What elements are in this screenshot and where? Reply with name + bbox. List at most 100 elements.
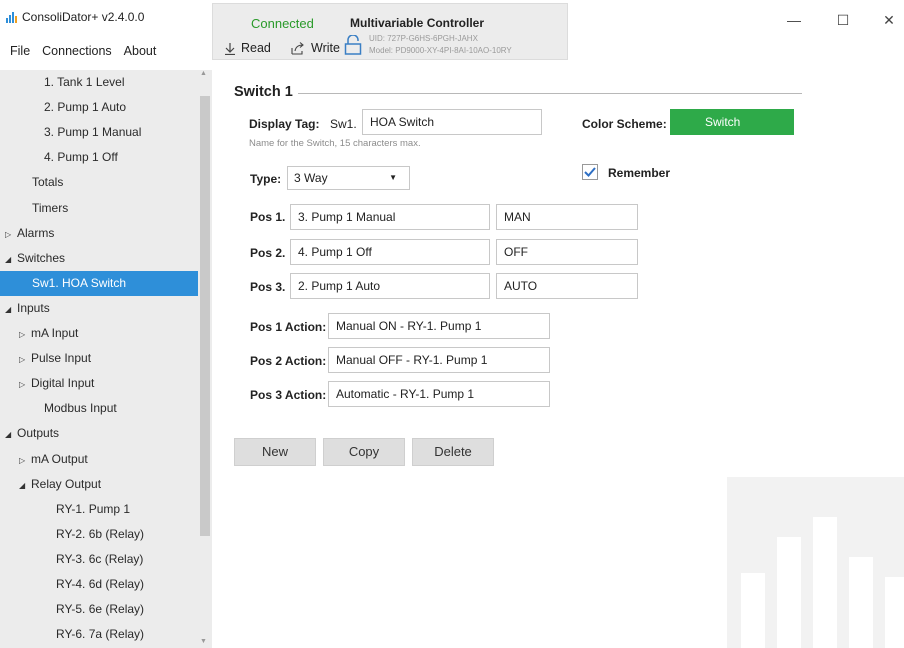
collapse-arrow-icon[interactable]: ◢ (5, 297, 17, 322)
sidebar-item[interactable]: ◢ Inputs (5, 296, 50, 321)
pos1-tag-input[interactable]: MAN (496, 204, 638, 230)
write-button[interactable]: Write (291, 41, 340, 55)
remember-label: Remember (608, 166, 671, 180)
sidebar-item-label: Totals (32, 175, 64, 190)
sidebar-item[interactable]: RY-3. 6c (Relay) (56, 547, 143, 572)
pos1-action-select[interactable]: Manual ON - RY-1. Pump 1 (328, 313, 550, 339)
device-model: Model: PD9000-XY-4PI-8AI-10AO-10RY (369, 46, 512, 55)
scroll-down-arrow-icon[interactable]: ▼ (200, 638, 207, 645)
sidebar-item[interactable]: ▷ Digital Input (19, 371, 94, 396)
pos1-label: Pos 1. (250, 210, 286, 224)
sidebar-item[interactable]: ▷ mA Output (19, 447, 88, 472)
pos2-input[interactable]: 4. Pump 1 Off (290, 239, 490, 265)
sidebar-item-label: RY-1. Pump 1 (56, 501, 131, 516)
menu-about[interactable]: About (118, 44, 163, 58)
sidebar-item[interactable]: ◢ Outputs (5, 421, 59, 446)
sidebar-item-label: RY-4. 6d (Relay) (56, 577, 145, 591)
read-button[interactable]: Read (225, 41, 271, 55)
sidebar-item[interactable]: RY-1. Pump 1 (56, 497, 130, 522)
collapse-arrow-icon[interactable]: ◢ (5, 422, 17, 447)
color-scheme-label: Color Scheme: (582, 117, 667, 131)
sidebar-item[interactable]: ◢ Switches (5, 246, 65, 271)
download-arrow-icon (225, 42, 235, 55)
display-tag-input[interactable]: HOA Switch (362, 109, 542, 135)
device-uid: UID: 727P-G6HS-6PGH-JAHX (369, 34, 478, 43)
sidebar-item[interactable]: RY-2. 6b (Relay) (56, 522, 144, 547)
sidebar-item[interactable]: 1. Tank 1 Level (44, 70, 125, 95)
menu-connections[interactable]: Connections (36, 44, 118, 58)
display-tag-label: Display Tag: (249, 117, 320, 131)
section-title: Switch 1 (234, 84, 293, 100)
sidebar-item[interactable]: ▷ mA Input (19, 321, 78, 346)
sidebar-item-label: RY-3. 6c (Relay) (56, 551, 144, 566)
checkmark-icon (584, 167, 596, 177)
color-scheme-swatch[interactable]: Switch (670, 109, 794, 135)
minimize-button[interactable]: — (784, 10, 804, 30)
new-button[interactable]: New (234, 438, 316, 466)
sidebar-item-label: Pulse Input (31, 351, 92, 366)
pos3-label: Pos 3. (250, 280, 286, 294)
sidebar-item[interactable]: 3. Pump 1 Manual (44, 120, 141, 145)
collapse-arrow-icon[interactable]: ◢ (5, 247, 17, 272)
sidebar-item-label: Outputs (17, 426, 60, 441)
close-button[interactable]: ✕ (879, 10, 899, 30)
sidebar-item-label: Sw1. HOA Switch (32, 275, 127, 290)
sidebar-tree: 1. Tank 1 Level 2. Pump 1 Auto 3. Pump 1 M… (0, 70, 212, 648)
pos2-tag-input[interactable]: OFF (496, 239, 638, 265)
collapse-arrow-icon[interactable]: ◢ (19, 473, 31, 498)
section-divider (298, 93, 802, 94)
read-button-label: Read (241, 41, 271, 55)
sidebar-item-label: 1. Tank 1 Level (44, 75, 125, 89)
write-button-label: Write (311, 41, 340, 55)
expand-arrow-icon[interactable]: ▷ (19, 322, 31, 347)
app-title: ConsoliDator+ v2.4.0.0 (6, 10, 144, 24)
sidebar-item[interactable]: RY-4. 6d (Relay) (56, 572, 144, 597)
pos3-action-label: Pos 3 Action: (250, 388, 327, 402)
sidebar-item[interactable]: ◢ Relay Output (19, 472, 101, 497)
sidebar-item[interactable]: RY-5. 6e (Relay) (56, 597, 144, 622)
sidebar-item[interactable]: 4. Pump 1 Off (44, 145, 118, 170)
pos2-action-select[interactable]: Manual OFF - RY-1. Pump 1 (328, 347, 550, 373)
expand-arrow-icon[interactable]: ▷ (19, 347, 31, 372)
sidebar-item-label: Alarms (17, 225, 55, 240)
sidebar-item-label: mA Input (31, 326, 79, 340)
sidebar-item-label: RY-5. 6e (Relay) (56, 602, 145, 617)
pos3-input[interactable]: 2. Pump 1 Auto (290, 273, 490, 299)
remember-checkbox[interactable] (582, 164, 598, 180)
sidebar-item[interactable]: ▷ Alarms (5, 221, 54, 246)
pos3-tag-input[interactable]: AUTO (496, 273, 638, 299)
sidebar-item[interactable]: Sw1. HOA Switch (0, 270, 198, 296)
expand-arrow-icon[interactable]: ▷ (5, 222, 17, 247)
sidebar-item-label: 3. Pump 1 Manual (44, 125, 142, 140)
menu-bar: File Connections About (4, 44, 162, 58)
sidebar-item[interactable]: RY-6. 7a (Relay) (56, 622, 144, 647)
type-label: Type: (250, 172, 282, 186)
sidebar-scrollbar-thumb[interactable] (200, 96, 210, 536)
sidebar-item-label: mA Output (31, 451, 88, 466)
sidebar-item-label: Switches (17, 250, 66, 265)
pos3-action-select[interactable]: Automatic - RY-1. Pump 1 (328, 381, 550, 407)
type-dropdown-value: 3 Way (294, 171, 328, 185)
chart-watermark-logo (727, 477, 904, 648)
menu-file[interactable]: File (4, 44, 36, 58)
sidebar-item-label: Inputs (17, 300, 50, 315)
sidebar-item-label: 4. Pump 1 Off (44, 150, 118, 165)
sidebar-item[interactable]: Modbus Input (44, 396, 117, 421)
unlock-icon (344, 35, 362, 55)
pos1-input[interactable]: 3. Pump 1 Manual (290, 204, 490, 230)
expand-arrow-icon[interactable]: ▷ (19, 448, 31, 473)
pos2-label: Pos 2. (250, 246, 286, 260)
copy-button[interactable]: Copy (323, 438, 405, 466)
pos2-action-label: Pos 2 Action: (250, 354, 327, 368)
sidebar-item[interactable]: 2. Pump 1 Auto (44, 95, 126, 120)
connection-panel: Connected Read Write Multivariable Contr… (212, 3, 568, 60)
maximize-button[interactable]: ☐ (833, 10, 853, 30)
sidebar-item[interactable]: Timers (32, 196, 68, 221)
type-dropdown[interactable]: 3 Way ▼ (287, 166, 410, 190)
sidebar-item[interactable]: ▷ Pulse Input (19, 346, 91, 371)
sidebar-item-label: Digital Input (31, 376, 95, 391)
scroll-up-arrow-icon[interactable]: ▲ (200, 70, 207, 77)
expand-arrow-icon[interactable]: ▷ (19, 372, 31, 397)
sidebar-item[interactable]: Totals (32, 170, 63, 195)
delete-button[interactable]: Delete (412, 438, 494, 466)
